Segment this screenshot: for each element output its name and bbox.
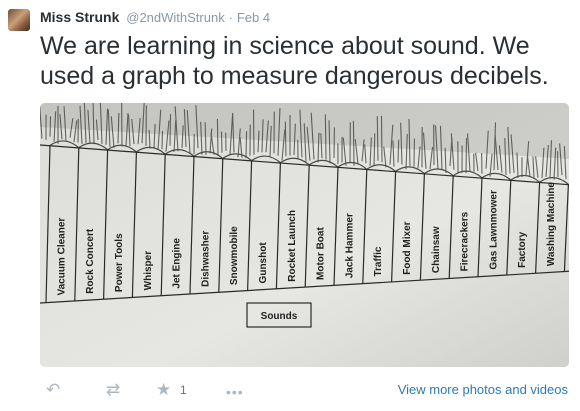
pencil-stroke bbox=[397, 139, 400, 163]
view-more-link[interactable]: View more photos and videos bbox=[398, 382, 568, 397]
pencil-stroke bbox=[465, 138, 468, 174]
pencil-stroke bbox=[380, 115, 383, 163]
x-axis-label: Traffic bbox=[373, 246, 384, 276]
favorite-count: 1 bbox=[180, 383, 187, 397]
x-axis-label: Gunshot bbox=[258, 242, 269, 284]
pencil-stroke bbox=[245, 131, 248, 159]
tweet-actions: ↶ ⇄ ★ 1 ••• View more photos and videos bbox=[40, 376, 570, 404]
pencil-stroke bbox=[324, 114, 327, 160]
x-axis-label: Snowmobile bbox=[229, 226, 240, 285]
pencil-stroke bbox=[169, 114, 172, 146]
pencil-stroke bbox=[376, 116, 379, 161]
separator: · bbox=[228, 10, 233, 25]
x-axis-label: Factory bbox=[517, 231, 528, 268]
x-axis-label: Whisper bbox=[143, 251, 154, 291]
pencil-stroke bbox=[352, 120, 355, 166]
tweet-date[interactable]: Feb 4 bbox=[237, 10, 270, 25]
star-icon[interactable]: ★ bbox=[156, 380, 171, 400]
author-name[interactable]: Miss Strunk bbox=[40, 9, 119, 25]
graph-photo: Vacuum Cleaner Rock Concert Power Tools Whi… bbox=[40, 103, 569, 367]
pencil-stroke bbox=[220, 131, 223, 153]
x-axis-label: Dishwasher bbox=[200, 231, 211, 287]
x-axis-label: Firecrackers bbox=[460, 211, 471, 271]
x-axis-label: Power Tools bbox=[114, 233, 125, 292]
tweet-text: We are learning in science about sound. … bbox=[40, 32, 549, 90]
x-axis-label: Rock Concert bbox=[85, 228, 96, 294]
pencil-stroke bbox=[373, 133, 376, 167]
reply-icon[interactable]: ↶ bbox=[46, 380, 60, 400]
author-handle[interactable]: @2ndWithStrunk bbox=[126, 10, 224, 25]
x-axis-label: Chainsaw bbox=[431, 226, 442, 273]
x-axis-label: Food Mixer bbox=[402, 221, 413, 274]
tweet-header: Miss Strunk @2ndWithStrunk · Feb 4 bbox=[40, 9, 270, 25]
pencil-stroke bbox=[284, 121, 287, 157]
x-axis-label: Washing Machine bbox=[546, 182, 557, 267]
pencil-stroke bbox=[216, 118, 219, 156]
x-axis-label: Rocket Launch bbox=[287, 210, 298, 282]
x-axis-label: Gas Lawnmower bbox=[488, 190, 499, 270]
x-axis-label: Jet Engine bbox=[172, 238, 183, 289]
x-axis-label: Motor Boat bbox=[316, 227, 327, 280]
avatar[interactable] bbox=[8, 9, 30, 31]
pencil-stroke bbox=[49, 116, 52, 137]
x-axis-label: Jack Hammer bbox=[344, 213, 355, 278]
pencil-stroke bbox=[161, 131, 164, 150]
tweet-photo[interactable]: Vacuum Cleaner Rock Concert Power Tools Whi… bbox=[40, 103, 569, 367]
retweet-icon[interactable]: ⇄ bbox=[106, 380, 120, 400]
axis-title: Sounds bbox=[261, 311, 298, 322]
more-icon[interactable]: ••• bbox=[226, 382, 244, 402]
x-axis-label: Vacuum Cleaner bbox=[56, 218, 67, 296]
